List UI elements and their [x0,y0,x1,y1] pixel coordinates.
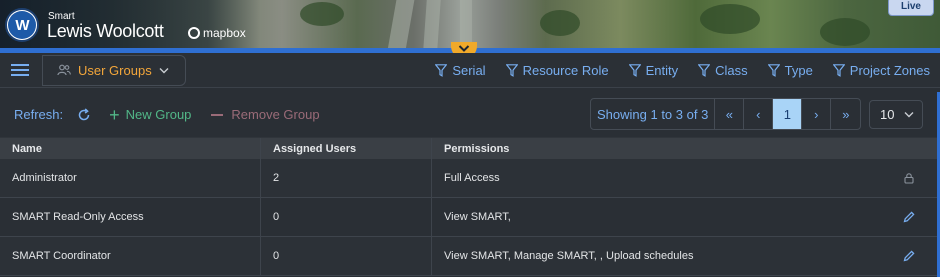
group-name: Administrator [0,159,261,197]
group-name: SMART Coordinator [0,237,261,275]
brand-name: Lewis Woolcott [47,21,164,41]
filter-icon [435,64,448,77]
last-page-button[interactable]: » [831,99,860,129]
new-group-button[interactable]: + New Group [109,106,191,124]
filter-icon [628,64,641,77]
lock-icon [904,172,914,184]
filter-label: Serial [452,63,486,78]
map-road [423,0,441,50]
brand-logo-letters: W [8,11,36,39]
chevron-down-icon [159,67,169,73]
row-action [880,159,938,197]
filter-label: Entity [645,63,679,78]
user-groups-dropdown[interactable]: User Groups [42,54,186,86]
page-button-current[interactable]: 1 [773,99,803,129]
table-row[interactable]: Administrator 2 Full Access [0,159,938,198]
pagination: Showing 1 to 3 of 3 « ‹ 1 › » [590,98,862,130]
edit-button[interactable] [880,237,938,275]
filter-icon [767,64,780,77]
mapbox-attribution: mapbox [188,26,246,40]
column-header-permissions[interactable]: Permissions [432,143,880,155]
filter-label: Class [715,63,748,78]
chevron-down-icon [458,45,470,52]
assigned-users: 2 [261,159,432,197]
new-group-label: New Group [125,107,192,122]
permissions: Full Access [444,172,500,184]
filter-label: Type [784,63,813,78]
edit-button[interactable] [880,198,938,236]
assigned-users: 0 [261,237,432,275]
toolbar: User Groups Serial Resource Role Entity … [0,53,940,88]
table-header: Name Assigned Users Permissions [0,137,938,160]
permissions: View SMART, Manage SMART, , Upload sched… [444,250,694,262]
group-name: SMART Read-Only Access [0,198,261,236]
minus-icon [211,113,224,116]
menu-button[interactable] [0,53,40,88]
filter-project-zones[interactable]: Project Zones [832,63,930,78]
user-groups-table: Name Assigned Users Permissions Administ… [0,137,938,276]
map-road [387,0,415,50]
table-row[interactable]: SMART Coordinator 0 View SMART, Manage S… [0,237,938,276]
column-header-name[interactable]: Name [0,137,261,160]
users-icon [57,64,71,76]
next-page-button[interactable]: › [802,99,832,129]
table-row[interactable]: SMART Read-Only Access 0 View SMART, [0,198,938,237]
filter-icon [698,64,711,77]
filter-class[interactable]: Class [698,63,748,78]
filter-type[interactable]: Type [767,63,813,78]
assigned-users: 0 [261,198,432,236]
plus-icon: + [109,104,120,125]
map-tree [540,10,580,36]
filter-label: Project Zones [849,63,930,78]
map-tree [700,4,760,34]
filter-bar: Serial Resource Role Entity Class Type P… [415,53,930,88]
remove-group-label: Remove Group [231,107,320,122]
remove-group-button[interactable]: Remove Group [211,107,320,122]
column-header-assigned-users[interactable]: Assigned Users [261,137,432,160]
filter-icon [832,64,845,77]
first-page-button[interactable]: « [715,99,745,129]
app-root: W Smart Lewis Woolcott mapbox Live User … [0,0,940,277]
chevron-down-icon [904,112,914,118]
mapbox-label: mapbox [203,26,246,40]
filter-resource-role[interactable]: Resource Role [505,63,609,78]
refresh-icon [78,107,90,120]
brand-logo: W [5,8,39,42]
permissions: View SMART, [444,211,511,223]
hamburger-icon [11,64,29,76]
page-size-select[interactable]: 10 [869,100,923,129]
page-size-value: 10 [880,107,895,122]
map-tree [300,2,344,26]
action-bar: Refresh: + New Group Remove Group Showin… [0,92,940,137]
live-badge: Live [887,0,934,16]
filter-serial[interactable]: Serial [435,63,486,78]
edit-icon [903,211,915,223]
pagination-info: Showing 1 to 3 of 3 [591,99,716,129]
user-groups-label: User Groups [78,62,152,78]
refresh-button[interactable] [77,107,91,122]
prev-page-button[interactable]: ‹ [744,99,774,129]
filter-entity[interactable]: Entity [628,63,679,78]
refresh-label: Refresh: [14,107,64,122]
filter-icon [505,64,518,77]
mapbox-icon [188,27,200,39]
map-tree [820,18,870,46]
filter-label: Resource Role [522,63,609,78]
edit-icon [903,250,915,262]
